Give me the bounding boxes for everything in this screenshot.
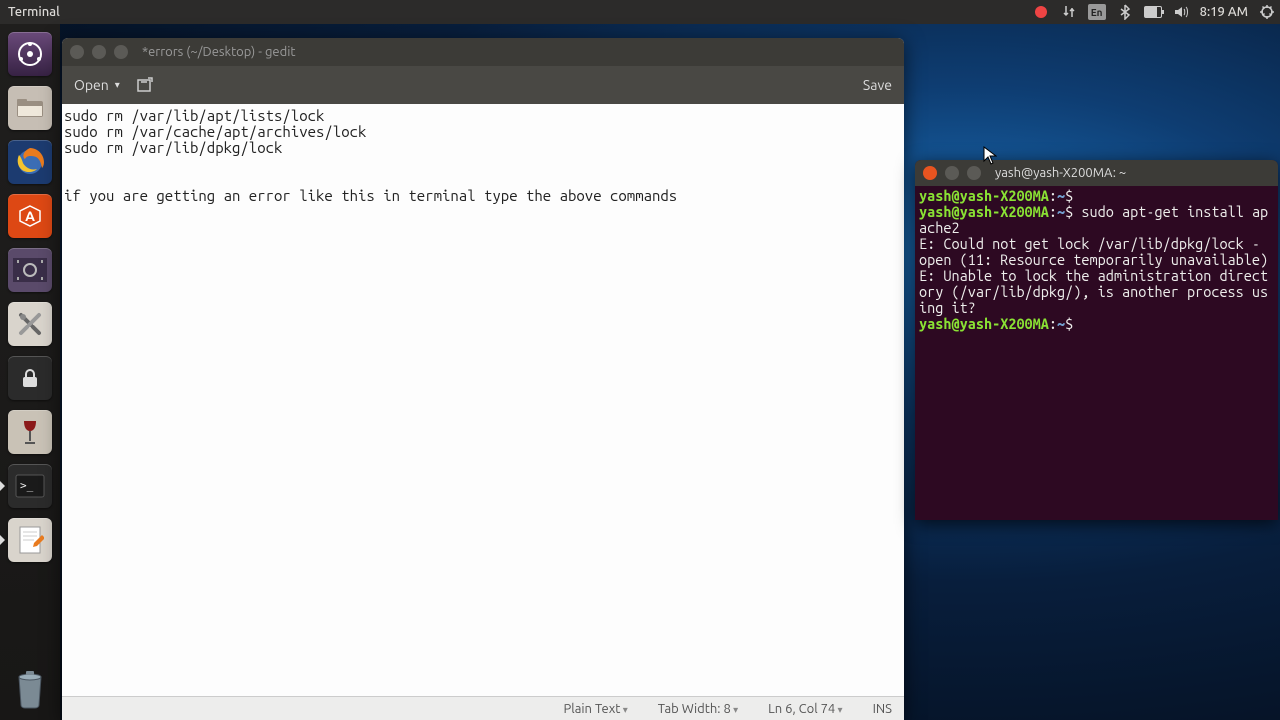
svg-text:>_: >_ — [20, 479, 34, 492]
close-icon[interactable] — [70, 45, 84, 59]
insert-mode: INS — [873, 702, 892, 716]
close-icon[interactable] — [923, 166, 937, 180]
session-icon[interactable] — [1258, 3, 1276, 21]
launcher-gedit[interactable] — [6, 516, 54, 564]
network-icon[interactable] — [1060, 3, 1078, 21]
minimize-icon[interactable] — [945, 166, 959, 180]
launcher-files[interactable] — [6, 84, 54, 132]
unity-launcher: A >_ — [0, 24, 60, 720]
minimize-icon[interactable] — [92, 45, 106, 59]
terminal-window: yash@yash-X200MA: ~ yash@yash-X200MA:~$ … — [915, 160, 1278, 520]
terminal-error-line: E: Unable to lock the administration dir… — [919, 267, 1268, 316]
system-tray: En 8:19 AM — [1032, 3, 1276, 21]
launcher-dash[interactable] — [6, 30, 54, 78]
launcher-wine[interactable] — [6, 408, 54, 456]
clock[interactable]: 8:19 AM — [1200, 5, 1248, 19]
cursor-position[interactable]: Ln 6, Col 74 — [768, 702, 842, 716]
launcher-settings[interactable] — [6, 300, 54, 348]
launcher-trash[interactable] — [6, 664, 54, 712]
open-button[interactable]: Open — [74, 77, 120, 93]
gedit-toolbar: Open Save — [62, 66, 904, 104]
gedit-text-area[interactable]: sudo rm /var/lib/apt/lists/lock sudo rm … — [62, 104, 904, 696]
launcher-videos[interactable] — [6, 246, 54, 294]
mouse-cursor-icon — [983, 146, 997, 166]
terminal-titlebar[interactable]: yash@yash-X200MA: ~ — [915, 160, 1278, 186]
save-button[interactable]: Save — [863, 77, 892, 93]
battery-icon[interactable] — [1144, 3, 1162, 21]
tabwidth-dropdown[interactable]: Tab Width: 8 — [658, 702, 738, 716]
top-panel: Terminal En 8:19 AM — [0, 0, 1280, 24]
launcher-terminal[interactable]: >_ — [6, 462, 54, 510]
active-app-label: Terminal — [4, 5, 60, 19]
syntax-dropdown[interactable]: Plain Text — [564, 702, 628, 716]
new-tab-button[interactable] — [136, 76, 154, 94]
keyboard-lang-icon[interactable]: En — [1088, 4, 1106, 20]
terminal-title: yash@yash-X200MA: ~ — [995, 166, 1126, 180]
gedit-statusbar: Plain Text Tab Width: 8 Ln 6, Col 74 INS — [62, 696, 904, 720]
svg-text:A: A — [25, 208, 35, 224]
gedit-window: *errors (~/Desktop) - gedit Open Save su… — [62, 38, 904, 720]
volume-icon[interactable] — [1172, 3, 1190, 21]
launcher-lock[interactable] — [6, 354, 54, 402]
gedit-title: *errors (~/Desktop) - gedit — [142, 45, 295, 59]
maximize-icon[interactable] — [967, 166, 981, 180]
maximize-icon[interactable] — [114, 45, 128, 59]
record-icon[interactable] — [1032, 3, 1050, 21]
gedit-titlebar[interactable]: *errors (~/Desktop) - gedit — [62, 38, 904, 66]
terminal-error-line: E: Could not get lock /var/lib/dpkg/lock… — [919, 235, 1268, 268]
launcher-firefox[interactable] — [6, 138, 54, 186]
terminal-body[interactable]: yash@yash-X200MA:~$ yash@yash-X200MA:~$ … — [915, 186, 1278, 520]
launcher-software1[interactable]: A — [6, 192, 54, 240]
bluetooth-icon[interactable] — [1116, 3, 1134, 21]
